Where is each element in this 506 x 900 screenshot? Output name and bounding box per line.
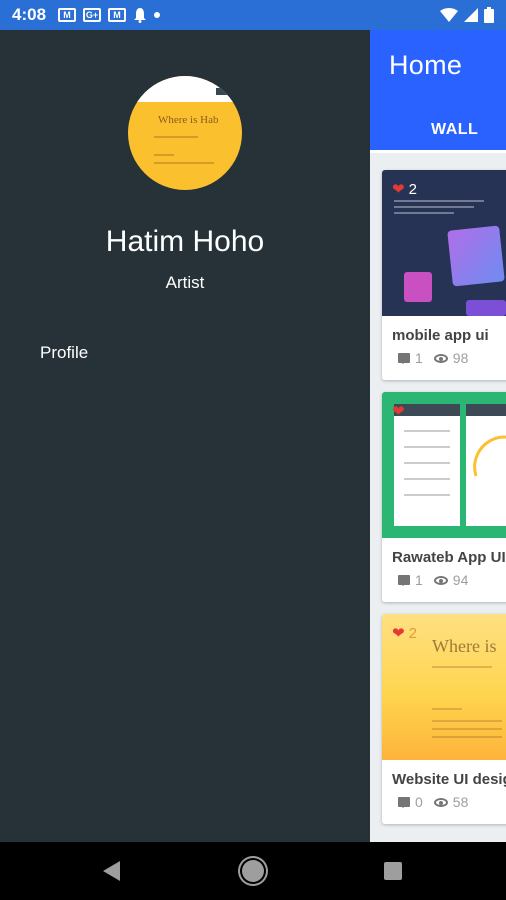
comment-icon [398, 575, 410, 586]
system-nav-bar [0, 842, 506, 900]
post-stats: 1 98 [398, 350, 468, 366]
thumb-heading: Where is [432, 636, 497, 656]
gmail-icon: M [108, 8, 127, 22]
post-title: Website UI design [392, 771, 506, 788]
notification-bell-icon [133, 7, 147, 23]
post-stats: 1 94 [398, 572, 468, 588]
screen-mockup [394, 404, 460, 526]
eye-icon [433, 797, 448, 807]
navigation-drawer: Where is Hab Hatim Hoho Artist Profile [0, 30, 370, 842]
thumb-text-line [404, 494, 450, 496]
home-icon[interactable] [242, 860, 264, 882]
avatar-image-line [154, 162, 214, 164]
avatar-image-line [154, 154, 174, 156]
thumb-text-line [394, 206, 474, 208]
comment-count: 1 [415, 572, 423, 588]
post-thumbnail[interactable]: Where is ❤ 2 [382, 614, 506, 760]
drawer-item-profile[interactable]: Profile [40, 343, 88, 363]
comment-count: 1 [415, 350, 423, 366]
thumb-text-line [404, 478, 450, 480]
status-time: 4:08 [12, 5, 47, 24]
recents-icon[interactable] [384, 862, 402, 880]
avatar-image-header [128, 76, 242, 102]
profile-role: Artist [165, 273, 205, 292]
eye-icon [433, 353, 448, 363]
heart-icon[interactable]: ❤ [392, 402, 405, 420]
avatar-image-line [154, 136, 198, 138]
signal-icon [464, 8, 478, 22]
google-plus-icon: G+ [83, 8, 102, 22]
battery-icon [484, 7, 494, 23]
gauge-arc [473, 435, 506, 477]
post-stats: 0 58 [398, 794, 468, 810]
like-badge[interactable]: ❤ [392, 402, 409, 420]
thumb-text-line [432, 736, 502, 738]
post-thumbnail[interactable]: ❤ [382, 392, 506, 538]
tab-indicator [370, 150, 506, 153]
view-count: 98 [452, 350, 469, 366]
post-card[interactable]: ❤ Rawateb App UI 1 94 [382, 392, 506, 602]
comment-icon [398, 797, 410, 808]
post-title: Rawateb App UI [392, 549, 506, 566]
view-count: 94 [452, 572, 469, 588]
post-thumbnail[interactable]: ❤ 2 [382, 170, 506, 316]
wifi-icon [440, 8, 458, 22]
app-tile [404, 272, 432, 302]
avatar-image-block [216, 88, 230, 95]
like-count: 2 [408, 624, 417, 642]
dot-icon [154, 12, 161, 18]
like-count: 2 [408, 180, 417, 198]
app-tile [466, 300, 506, 316]
post-title: mobile app ui [392, 327, 489, 344]
like-badge[interactable]: ❤ 2 [392, 180, 417, 199]
thumb-text-line [404, 462, 450, 464]
thumb-text-line [432, 708, 462, 710]
post-card[interactable]: ❤ 2 mobile app ui 1 98 [382, 170, 506, 380]
thumb-text-line [404, 430, 450, 432]
page-title: Home [389, 50, 463, 80]
back-icon[interactable] [103, 861, 120, 881]
thumb-text-line [394, 212, 454, 214]
profile-name: Hatim Hoho [105, 225, 265, 258]
comment-icon [398, 353, 410, 364]
gmail-icon: M [58, 8, 77, 22]
avatar-image-text: Where is Hab [158, 114, 219, 126]
eye-icon [433, 575, 448, 585]
heart-icon[interactable]: ❤ [392, 180, 405, 198]
thumb-text-line [394, 200, 484, 202]
thumb-text-line [432, 720, 502, 722]
screen-mockup [466, 404, 506, 526]
notification-icons: M G+ M [58, 7, 161, 23]
thumb-text-line [404, 446, 450, 448]
status-bar: 4:08 M G+ M [0, 0, 506, 30]
heart-icon[interactable]: ❤ [392, 624, 405, 642]
like-badge[interactable]: ❤ 2 [392, 624, 417, 643]
avatar[interactable]: Where is Hab [128, 76, 242, 190]
thumb-text-line [432, 728, 502, 730]
post-card[interactable]: Where is ❤ 2 Website UI design 0 58 [382, 614, 506, 824]
phone-mockup [447, 225, 505, 287]
comment-count: 0 [415, 794, 423, 810]
system-icons [440, 7, 494, 23]
thumb-text-line [432, 666, 492, 668]
view-count: 58 [452, 794, 469, 810]
tab-wall[interactable]: WALL [431, 121, 478, 139]
